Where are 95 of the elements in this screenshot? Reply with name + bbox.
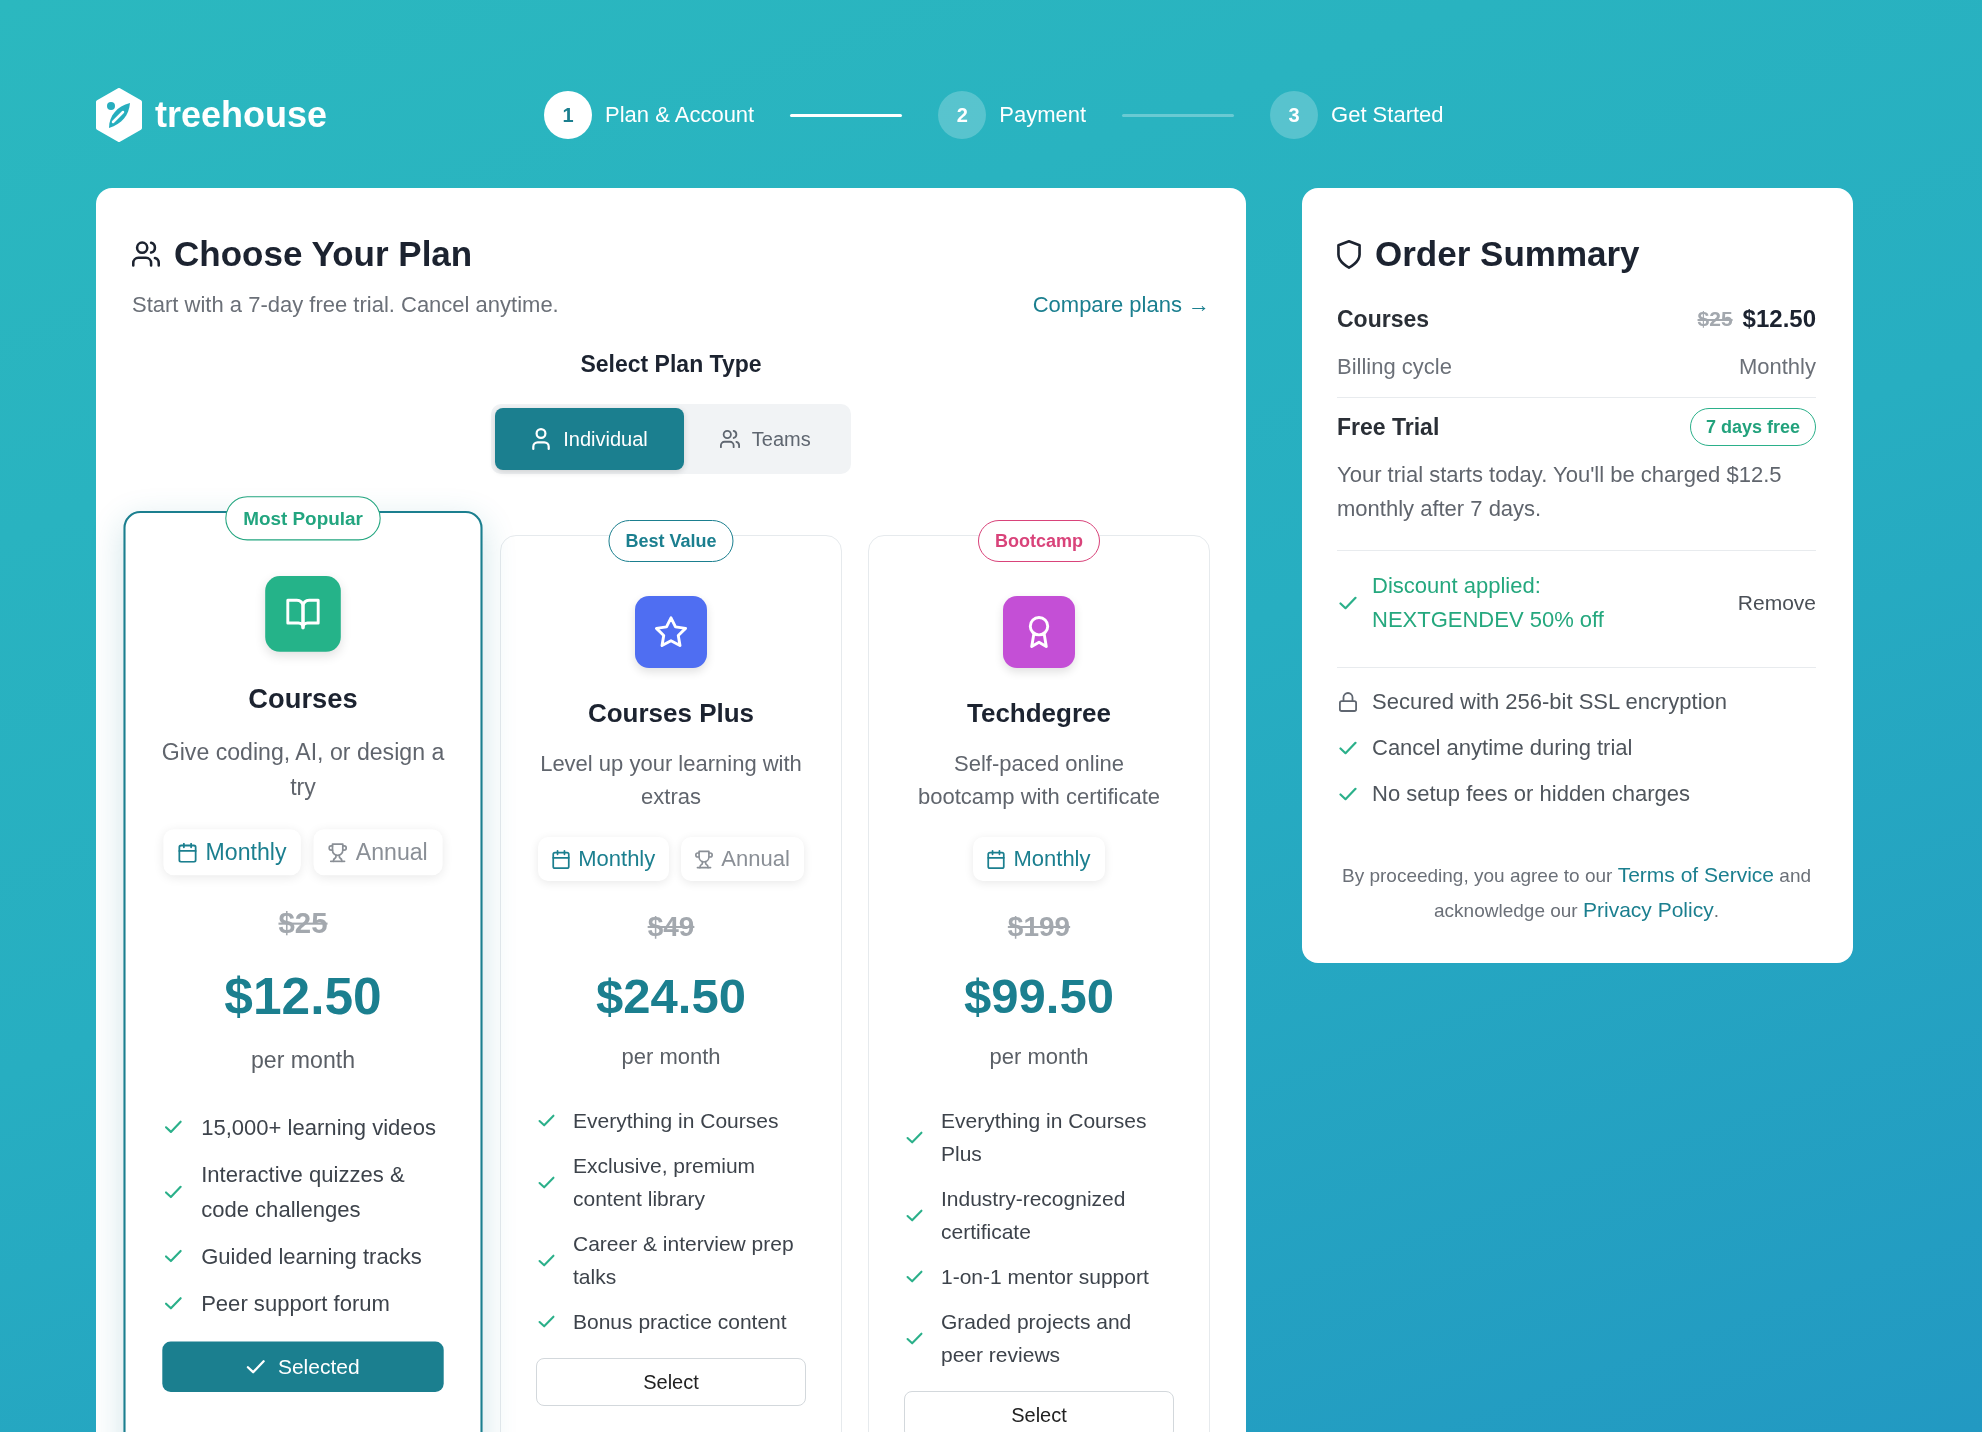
plan-type-heading: Select Plan Type [579,350,763,379]
plan-price: $12.50 [224,966,382,1027]
summary-original-price: $25 [1697,307,1733,331]
discount-label: Discount applied: [1372,572,1541,600]
compare-plans-link[interactable]: Compare plans → [1032,292,1210,318]
check-icon [538,1253,555,1267]
plan-type-tab[interactable]: Teams [683,408,847,470]
plan-description: Give coding, AI, or design a try [160,737,446,802]
privacy-link[interactable]: Privacy Policy [1582,898,1714,921]
original-price: $199 [1007,910,1071,944]
billing-cycle-value: Monthly [1738,354,1816,380]
feature-text: Exclusive, premium content library [573,1153,757,1212]
summary-plan-name: Courses [1337,305,1430,333]
people-icon [132,241,160,267]
assurance-text: No setup fees or hidden charges [1372,781,1690,807]
logo-icon [95,88,143,142]
trophy-icon [695,849,714,869]
feature-text: 1-on-1 mentor support [941,1264,1149,1290]
feature-text: Everything in Courses [573,1108,779,1134]
check-icon [1339,787,1357,801]
plan-type-tab[interactable]: Individual [495,408,684,470]
check-icon [164,1120,183,1134]
plan-name: Courses [248,682,358,717]
check-icon [538,1114,555,1127]
check-icon [538,1175,555,1189]
plan-name: Courses Plus [587,697,755,730]
check-icon [1339,741,1357,755]
billing-option[interactable]: Annual [681,837,804,881]
terms-link[interactable]: Terms of Service [1617,863,1775,886]
billing-cycle-label: Billing cycle [1337,354,1452,380]
lock-icon [1339,692,1357,712]
remove-discount-button[interactable]: Remove [1737,591,1816,615]
check-icon [906,1130,923,1144]
trial-note: Your trial starts today. You'll be charged $12.5 monthly after 7 days. [1337,461,1783,523]
feature-text: 15,000+ learning videos [201,1113,436,1142]
plan-select-button[interactable]: Select [904,1391,1174,1432]
feature-text: Guided learning tracks [201,1242,422,1271]
assurance-text: Secured with 256-bit SSL encryption [1372,689,1728,715]
shield-icon [1337,239,1361,269]
plan-badge: Bootcamp [978,520,1100,562]
feature-text: Career & interview prep talks [573,1231,795,1290]
check-icon [164,1184,183,1199]
original-price: $49 [647,910,695,944]
price-period: per month [621,1043,721,1071]
feature-text: Everything in Courses Plus [941,1108,1148,1167]
check-icon [1339,596,1357,610]
billing-option[interactable]: Annual [313,829,443,876]
check-icon [906,1270,923,1283]
plan-price: $24.50 [596,968,746,1025]
discount-code: NEXTGENDEV 50% off [1372,606,1604,634]
price-period: per month [989,1043,1089,1071]
plan-price: $99.50 [964,968,1114,1025]
step-label: Get Started [1331,102,1444,128]
panel-subtitle: Start with a 7-day free trial. Cancel anytime. [132,292,559,318]
price-period: per month [251,1045,355,1075]
calendar-icon [178,842,198,863]
plan-select-button[interactable]: Select [536,1358,806,1406]
calendar-icon [552,849,571,869]
check-icon [164,1296,183,1311]
summary-title: Order Summary [1375,234,1640,274]
check-icon [538,1315,555,1328]
check-icon [164,1249,183,1263]
legal-notice: By proceeding, you agree to our Terms of Service and acknowledge our Privacy Policy. [1340,862,1812,923]
billing-option[interactable]: Monthly [163,829,302,876]
panel-title: Choose Your Plan [174,233,473,275]
plan-description: Level up your learning with extras [539,750,803,811]
billing-option[interactable]: Monthly [538,837,670,881]
step-number: 2 [938,91,987,139]
people-icon [719,428,740,450]
trophy-icon [328,842,348,863]
original-price: $25 [278,905,328,942]
check-icon [906,1208,923,1222]
billing-option[interactable]: Monthly [973,837,1105,881]
step-label: Plan & Account [605,102,755,128]
feature-text: Interactive quizzes & code challenges [201,1161,406,1224]
check-icon [246,1359,266,1375]
step-label: Payment [999,102,1087,128]
plan-badge: Best Value [608,520,734,562]
plan-select-button[interactable]: Selected [162,1341,444,1392]
plan-name: Techdegree [967,697,1111,730]
free-trial-title: Free Trial [1337,413,1440,441]
feature-text: Peer support forum [201,1290,390,1318]
step-number: 1 [544,91,592,139]
feature-text: Industry-recognized certificate [941,1186,1127,1245]
plan-description: Self-paced online bootcamp with certificate [916,750,1162,811]
feature-text: Bonus practice content [573,1309,787,1335]
calendar-icon [987,849,1006,869]
plan-badge: Most Popular [225,496,381,541]
assurance-text: Cancel anytime during trial [1372,735,1633,761]
person-icon [531,428,552,450]
summary-price: $12.50 [1742,305,1816,333]
brand-name: treehouse [155,94,328,136]
feature-text: Graded projects and peer reviews [941,1309,1133,1368]
check-icon [906,1331,923,1345]
step-number: 3 [1270,91,1319,139]
